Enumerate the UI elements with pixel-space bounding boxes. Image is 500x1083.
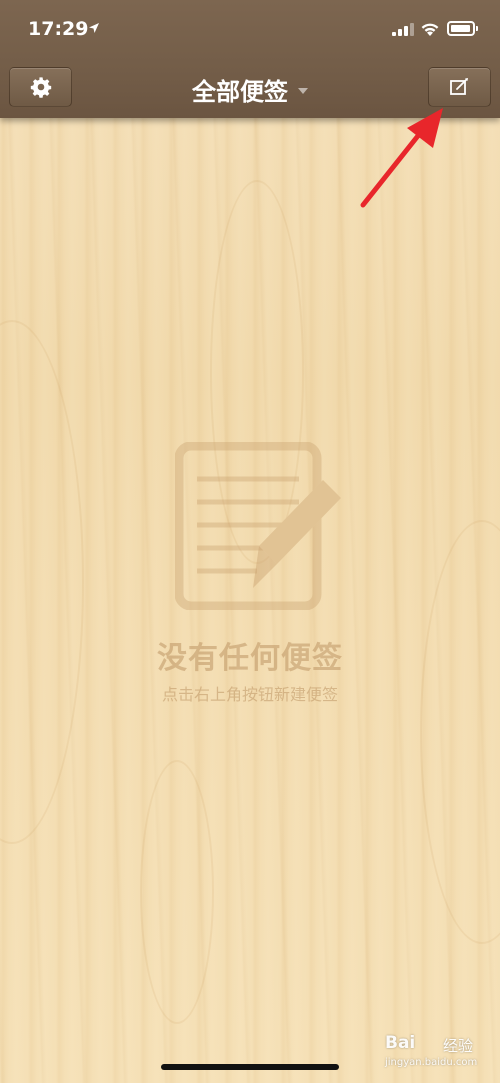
location-arrow-icon <box>89 23 99 33</box>
watermark-url: jingyan.baidu.com <box>385 1057 478 1068</box>
wood-grain <box>140 760 214 1024</box>
page-title-text: 全部便签 <box>192 78 288 106</box>
note-pencil-icon <box>175 442 341 610</box>
battery-icon <box>447 21 478 36</box>
status-time: 17:29 <box>28 18 89 40</box>
status-bar: 17:29 <box>0 0 500 58</box>
empty-state-subtitle: 点击右上角按钮新建便签 <box>161 685 338 704</box>
wifi-icon <box>421 23 439 36</box>
annotation-arrow-icon <box>360 108 443 208</box>
watermark-brand-suffix: 经验 <box>443 1037 474 1055</box>
home-indicator[interactable] <box>161 1064 339 1070</box>
wood-grain <box>420 520 500 944</box>
watermark: Bai 经验 jingyan.baidu.com <box>385 1033 495 1073</box>
watermark-brand: Bai <box>385 1033 416 1053</box>
empty-state-title: 没有任何便签 <box>157 641 343 676</box>
app-screen: 17:29 全部便签 没有任何便签 点击右上角按钮新建便签 Bai 经验 jin… <box>0 0 500 1083</box>
chevron-down-icon <box>298 87 308 94</box>
compose-icon <box>449 78 468 95</box>
wood-grain <box>0 320 84 844</box>
cellular-signal-icon <box>392 23 414 36</box>
